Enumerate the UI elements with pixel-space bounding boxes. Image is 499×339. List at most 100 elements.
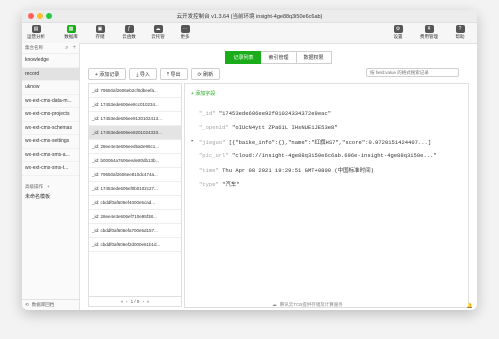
field-value: "cloud://insight-4ge88q3i50e6c6ab.696e-i… <box>232 152 437 159</box>
collection-item[interactable]: record <box>22 67 79 81</box>
help-icon: ? <box>455 25 465 33</box>
search-input[interactable] <box>370 70 455 75</box>
field-value: Thu Apr 08 2021 19:29:51 GMT+0800 (中国标准时… <box>222 167 374 174</box>
toolbar-more[interactable]: ⋯ 更多 <box>175 25 195 40</box>
toolbar-storage[interactable]: ▣ 存储 <box>90 25 110 40</box>
toolbar-label: 运营分析 <box>27 34 45 39</box>
record-detail: + 添加字段 "_id" "17453ede606ee92f0102433437… <box>184 83 469 308</box>
toolbar-label: 存储 <box>95 34 105 39</box>
field-row[interactable]: "_openid" "oIUcN4ytt ZPa61L IHsNUE1JE53e… <box>199 124 338 131</box>
app-window: 云开发控制台 v1.3.64 (当前环境 insight-4ge88q3i50e… <box>22 10 477 310</box>
collection-item[interactable]: knowledge <box>22 54 79 68</box>
field-row[interactable]: "pic_url" "cloud://insight-4ge88q3i50e6c… <box>199 152 437 159</box>
field-row[interactable]: "jieguo" [{"baike_info":{},"name":"红旗HS7… <box>199 138 431 146</box>
toolbar-settings[interactable]: ⚙ 设置 <box>388 25 408 40</box>
advanced-label: 高级操作 <box>25 183 43 189</box>
footer-text: 腾讯云TCB提供存储及计算服务 <box>279 302 343 307</box>
add-collection-icon[interactable]: + <box>72 45 76 52</box>
toolbar-label: 云函数 <box>122 34 136 39</box>
toolbar: ▤ 运营分析 ▦ 数据库 ▣ 存储 ƒ 云函数 ☁ 云托管 ⋯ 更多 ⚙ 设置 … <box>22 23 477 44</box>
search-box <box>366 68 459 77</box>
storage-icon: ▣ <box>95 25 105 33</box>
tab-indexes[interactable]: 索引管理 <box>261 51 297 64</box>
tab-permissions[interactable]: 数据权限 <box>296 51 332 64</box>
notification-bell-icon[interactable]: 🔔 <box>467 303 473 309</box>
record-list: _id: 79550af2606eb2cf0dbeefa... _id: 174… <box>88 83 182 297</box>
toolbar-label: 设置 <box>393 34 403 39</box>
first-page-button[interactable]: « <box>121 299 124 304</box>
record-row[interactable]: _id: 28ee4e3e606eed5a0e95c1... <box>89 140 181 154</box>
more-icon: ⋯ <box>180 25 190 33</box>
field-key: "time" <box>199 167 219 174</box>
rollback-icon: ⟲ <box>25 302 29 307</box>
advanced-section: 高级操作 + <box>22 182 79 192</box>
refresh-button[interactable]: ⟳ 刷新 <box>190 68 221 80</box>
field-key: "jieguo" <box>199 139 226 146</box>
field-value: "oIUcN4ytt ZPa61L IHsNUE1JE53e8" <box>232 124 338 131</box>
chart-icon: ▤ <box>31 25 41 33</box>
collection-item[interactable]: uknow <box>22 81 79 95</box>
main-panel: 记录列表 索引管理 数据权限 + 添加记录 ⤓ 导入 ⤒ 导出 ⟳ 刷新 _id… <box>80 43 477 310</box>
import-button[interactable]: ⤓ 导入 <box>129 68 157 80</box>
footer: ☁ 腾讯云TCB提供存储及计算服务 <box>138 300 477 310</box>
collection-item[interactable]: wx-ext-cms-projects <box>22 108 79 122</box>
record-row[interactable]: _id: cbddf0af606ef2d000e61b1d... <box>89 238 181 252</box>
field-key: "_id" <box>199 110 216 117</box>
db-rollback-button[interactable]: ⟲ 数据库回档 <box>22 299 79 310</box>
collection-header: 集合名称 ⌕ + <box>22 43 79 54</box>
window-title: 云开发控制台 v1.3.64 (当前环境 insight-4ge88q3i50e… <box>176 14 323 20</box>
collection-item[interactable]: wx-ext-cms-schemas <box>22 122 79 135</box>
add-record-button[interactable]: + 添加记录 <box>88 68 127 80</box>
collection-header-label: 集合名称 <box>25 45 43 50</box>
toolbar-label: 数据库 <box>64 34 78 39</box>
record-row[interactable]: _id: 17453ede606ef0b0102c27... <box>89 182 181 196</box>
search-icon[interactable]: ⌕ <box>65 45 68 52</box>
field-row[interactable]: "type" "汽车" <box>199 180 240 188</box>
expand-arrow-icon[interactable]: ▸ <box>191 138 194 144</box>
billing-icon: ¥ <box>424 25 434 33</box>
record-row[interactable]: _id: cbddf0af606ef4000e5cad... <box>89 196 181 210</box>
field-row[interactable]: "_id" "17453ede606ee92f01024334372e9eac" <box>199 110 331 117</box>
toolbar-functions[interactable]: ƒ 云函数 <box>119 25 139 40</box>
record-row[interactable]: _id: 17453ede606ee9130102413... <box>89 112 181 126</box>
gear-icon: ⚙ <box>393 25 403 33</box>
toolbar-cloud-hosting[interactable]: ☁ 云托管 <box>148 25 168 40</box>
toolbar-database[interactable]: ▦ 数据库 <box>61 25 81 40</box>
collection-item[interactable]: wx-ext-cms-sms-a... <box>22 149 79 162</box>
add-template-icon[interactable]: + <box>47 184 50 189</box>
field-key: "pic_url" <box>199 152 229 159</box>
collection-item[interactable]: wx-ext-cms-sms-t... <box>22 162 79 176</box>
collection-item[interactable]: wx-ext-cms-data-m... <box>22 95 79 108</box>
field-key: "_openid" <box>199 124 229 131</box>
toolbar-billing[interactable]: ¥ 费用管理 <box>419 25 439 40</box>
field-value: "汽车" <box>222 181 240 188</box>
toolbar-label: 云托管 <box>151 34 165 39</box>
record-row[interactable]: _id: 17453ede606ee8cc010234... <box>89 98 181 112</box>
field-value: "17453ede606ee92f01024334372e9eac" <box>218 110 332 117</box>
record-row[interactable]: _id: b00064a7606eede80db13b... <box>89 154 181 168</box>
toolbar-label: 更多 <box>180 34 190 39</box>
add-field-button[interactable]: + 添加字段 <box>191 90 215 97</box>
record-row[interactable]: _id: 79550af2606ee810dc474a... <box>89 168 181 182</box>
field-row[interactable]: "time" Thu Apr 08 2021 19:29:51 GMT+0800… <box>199 166 374 174</box>
record-actions: + 添加记录 ⤓ 导入 ⤒ 导出 ⟳ 刷新 <box>88 68 221 80</box>
prev-page-button[interactable]: ‹ <box>126 299 128 304</box>
field-key: "type" <box>199 181 219 188</box>
database-icon: ▦ <box>66 25 76 33</box>
tencent-cloud-icon: ☁ <box>272 302 277 307</box>
toolbar-help[interactable]: ? 帮助 <box>450 25 470 40</box>
rollback-label: 数据库回档 <box>31 302 55 307</box>
record-row[interactable]: _id: cbddf0af606efa700e5d157... <box>89 224 181 238</box>
toolbar-label: 费用管理 <box>420 34 438 39</box>
template-item[interactable]: 未命名模板 <box>22 192 79 202</box>
record-row[interactable]: _id: 17453ede606ee9201024333... <box>89 126 181 140</box>
function-icon: ƒ <box>124 25 134 33</box>
collection-sidebar: 集合名称 ⌕ + knowledge record uknow wx-ext-c… <box>22 43 80 310</box>
export-button[interactable]: ⤒ 导出 <box>159 68 188 80</box>
toolbar-analytics[interactable]: ▤ 运营分析 <box>26 25 46 40</box>
collection-item[interactable]: wx-ext-cms-settings <box>22 135 79 149</box>
record-row[interactable]: _id: 79550af2606eb2cf0dbeefa... <box>89 84 181 98</box>
title-bar: 云开发控制台 v1.3.64 (当前环境 insight-4ge88q3i50e… <box>22 10 477 23</box>
tab-records[interactable]: 记录列表 <box>225 51 262 64</box>
record-row[interactable]: _id: 28ee4e3e606ef710e95f38... <box>89 210 181 224</box>
